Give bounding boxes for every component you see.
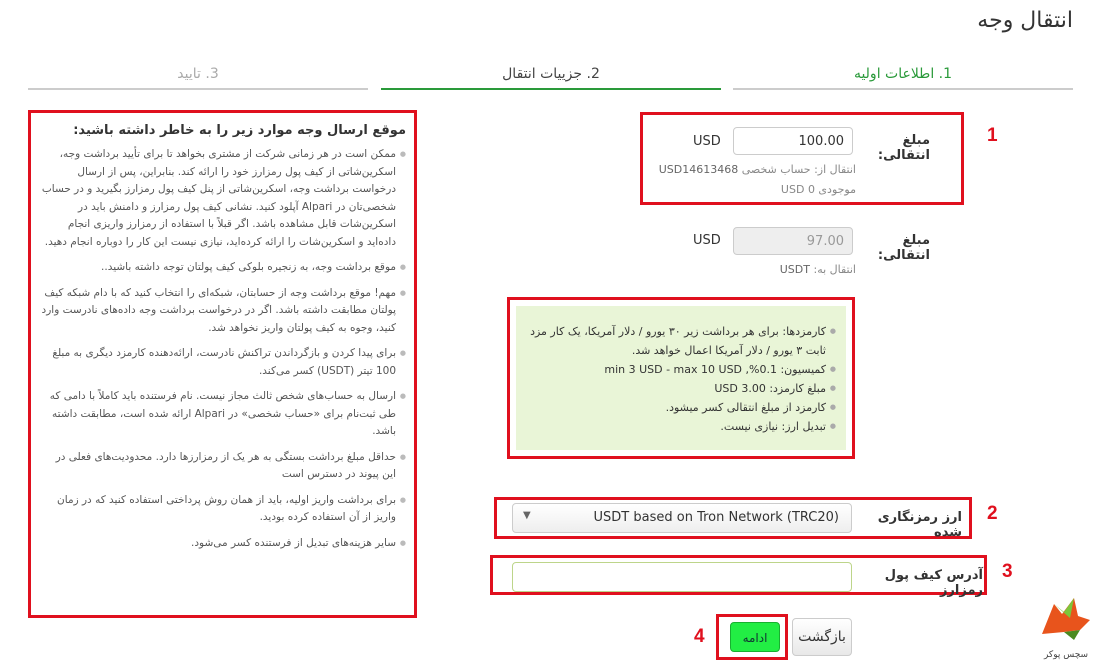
amount-label: مبلغ انتقالی: [877, 133, 930, 163]
logo-text: سچس پوکر [1043, 650, 1089, 660]
notice-item: ممکن است در هر زمانی شرکت از مشتری بخواه… [41, 146, 406, 251]
page-title: انتقال وجه [977, 8, 1073, 33]
notice-item: برای برداشت واریز اولیه، باید از همان رو… [41, 492, 406, 527]
step-label: 1. اطلاعات اولیه [853, 66, 953, 82]
transfer-to: انتقال به: USDT [650, 263, 856, 276]
transfer-to-label: انتقال به: [813, 263, 856, 276]
step-confirm[interactable]: 3. تایید [28, 60, 368, 90]
crypto-select[interactable]: USDT based on Tron Network (TRC20) ▼ [512, 503, 852, 533]
annotation-number-3: 3 [1002, 561, 1013, 582]
wolf-logo-icon [1042, 598, 1090, 640]
fee-list: کارمزدها: برای هر برداشت زیر ۳۰ یورو / د… [524, 322, 836, 436]
step-label: 2. جزییات انتقال [502, 66, 600, 82]
chevron-down-icon: ▼ [523, 510, 531, 521]
notice-item: مهم! موقع برداشت وجه از حسابتان، شبکه‌ای… [41, 285, 406, 338]
fee-item: تبدیل ارز: نیازی نیست. [524, 417, 836, 436]
step-initial-info[interactable]: 1. اطلاعات اولیه [733, 60, 1073, 90]
notice-list: ممکن است در هر زمانی شرکت از مشتری بخواه… [41, 146, 406, 552]
account-balance: موجودی 0 USD [780, 183, 856, 196]
notice-item: حداقل مبلغ برداشت بستگی به هر یک از رمزا… [41, 449, 406, 484]
fee-item: کمیسیون: 0.1%, min 3 USD - max 10 USD [524, 360, 836, 379]
received-amount-label: مبلغ انتقالی: [877, 233, 930, 263]
wallet-address-input[interactable] [512, 562, 852, 592]
transfer-from: انتقال از: حساب شخصی USD14613468 [650, 163, 856, 176]
fee-item: کارمزد از مبلغ انتقالی کسر میشود. [524, 398, 836, 417]
continue-button[interactable]: ادامه [730, 622, 780, 652]
transfer-from-account: USD14613468 [658, 163, 739, 176]
crypto-selected-value: USDT based on Tron Network (TRC20) [593, 510, 839, 525]
transfer-to-value: USDT [779, 263, 810, 276]
annotation-number-4: 4 [694, 626, 705, 647]
fee-info-panel: کارمزدها: برای هر برداشت زیر ۳۰ یورو / د… [516, 306, 846, 450]
amount-input[interactable] [733, 127, 853, 155]
notice-item: ارسال به حساب‌های شخص ثالث مجاز نیست. نا… [41, 388, 406, 441]
amount-currency: USD [693, 134, 721, 149]
fee-item: مبلغ کارمزد: 3.00 USD [524, 379, 836, 398]
crypto-label: ارز رمزنگاری شده [877, 510, 962, 540]
notice-item: سایر هزینه‌های تبدیل از فرستنده کسر می‌ش… [41, 535, 406, 553]
back-button[interactable]: بازگشت [792, 618, 852, 656]
transfer-from-label: انتقال از: حساب شخصی [741, 163, 856, 176]
wallet-label: آدرس کیف پول رمزارز [884, 568, 983, 598]
step-transfer-details[interactable]: 2. جزییات انتقال [381, 60, 721, 90]
fee-item: کارمزدها: برای هر برداشت زیر ۳۰ یورو / د… [524, 322, 836, 360]
step-label: 3. تایید [177, 66, 219, 82]
received-amount-input [733, 227, 853, 255]
notice-title: موقع ارسال وجه موارد زیر را به خاطر داشت… [73, 123, 406, 138]
annotation-number-1: 1 [987, 125, 998, 146]
annotation-number-2: 2 [987, 503, 998, 524]
site-logo: سچس پوکر [1034, 590, 1098, 660]
notice-item: برای پیدا کردن و بازگرداندن تراکنش نادرس… [41, 345, 406, 380]
notice-item: موقع برداشت وجه، به زنجیره بلوکی کیف پول… [41, 259, 406, 277]
received-currency: USD [693, 233, 721, 248]
notice-box: موقع ارسال وجه موارد زیر را به خاطر داشت… [28, 110, 417, 618]
fee-info-box: کارمزدها: برای هر برداشت زیر ۳۰ یورو / د… [507, 297, 855, 459]
